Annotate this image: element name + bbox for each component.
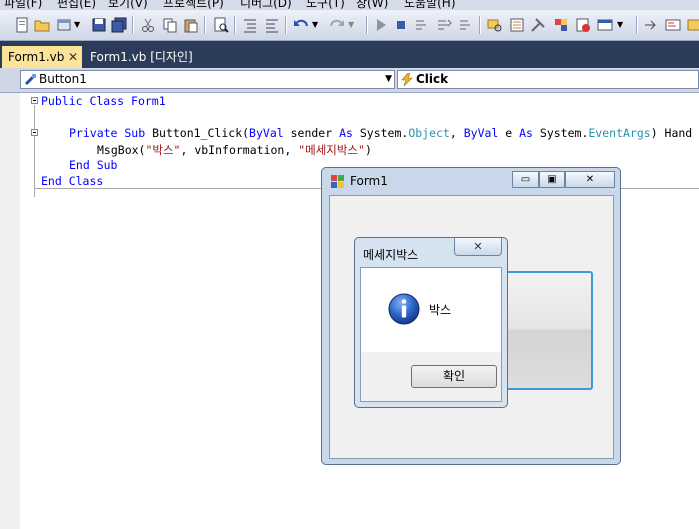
close-icon: ✕	[585, 174, 595, 185]
form-app-icon	[331, 175, 344, 188]
navigate-forward-icon[interactable]	[643, 17, 659, 33]
comment-lines-icon[interactable]	[242, 17, 258, 33]
toolbox-icon[interactable]	[530, 17, 546, 33]
redo-icon[interactable]	[329, 17, 345, 33]
dropdown-arrow-icon[interactable]: ▼	[74, 17, 90, 33]
tab-form1-code[interactable]: Form1.vb ✕	[2, 46, 82, 68]
message-box-title: 메세지박스	[363, 248, 419, 262]
toolbar-overflow-icon[interactable]: ▼	[617, 17, 633, 33]
toolbar-separator	[479, 16, 481, 34]
error-list-icon[interactable]	[575, 17, 591, 33]
document-tab-strip: Form1.vb ✕ Form1.vb [디자인]	[0, 41, 699, 68]
output-window-icon[interactable]	[597, 17, 613, 33]
add-item-icon[interactable]	[56, 17, 72, 33]
information-icon	[388, 293, 420, 325]
save-all-icon[interactable]	[111, 17, 127, 33]
code-line-1: Public Class Form1	[41, 94, 166, 108]
toolbar: ▼ ▼ ▼ ▼	[0, 10, 699, 41]
find-icon[interactable]	[213, 17, 229, 33]
tab-label: Form1.vb [디자인]	[90, 50, 193, 64]
message-box-dialog[interactable]: 메세지박스 ✕ 박스 확인	[354, 237, 508, 408]
message-text: 박스	[429, 303, 452, 317]
class-view-icon[interactable]	[686, 17, 699, 33]
message-box-footer: 확인	[361, 352, 501, 401]
minimize-icon: ▭	[520, 174, 531, 185]
event-dropdown[interactable]: Click	[397, 70, 699, 89]
undo-dropdown-icon[interactable]: ▼	[312, 17, 328, 33]
stop-icon[interactable]	[393, 17, 409, 33]
uncomment-lines-icon[interactable]	[264, 17, 280, 33]
open-folder-icon[interactable]	[34, 17, 50, 33]
event-lightning-icon	[401, 73, 413, 86]
object-dropdown[interactable]: Button1 ▼	[20, 70, 395, 89]
step-into-icon[interactable]	[414, 17, 430, 33]
toolbar-separator	[636, 16, 638, 34]
toolbar-separator	[366, 16, 368, 34]
command-window-icon[interactable]	[665, 17, 681, 33]
collapse-sub-icon[interactable]	[31, 129, 38, 136]
close-button[interactable]: ✕	[565, 171, 615, 188]
tab-form1-design[interactable]: Form1.vb [디자인]	[84, 46, 199, 68]
object-dropdown-value: Button1	[39, 72, 87, 86]
outline-line	[34, 105, 35, 197]
copy-icon[interactable]	[162, 17, 178, 33]
menu-bar: 파일(F) 편집(E) 보기(V) 프로젝트(P) 디버그(D) 도구(T) 창…	[0, 0, 699, 10]
code-line-5: End Sub	[69, 158, 118, 172]
new-project-icon[interactable]	[14, 17, 30, 33]
class-member-icon	[24, 74, 36, 86]
ok-button[interactable]: 확인	[411, 365, 497, 388]
undo-icon[interactable]	[293, 17, 309, 33]
toolbar-separator	[234, 16, 236, 34]
message-box-close-button[interactable]: ✕	[454, 238, 502, 256]
save-icon[interactable]	[91, 17, 107, 33]
maximize-button[interactable]: ▣	[539, 171, 565, 188]
toolbar-separator	[285, 16, 287, 34]
toolbar-separator	[132, 16, 134, 34]
maximize-icon: ▣	[547, 174, 557, 185]
navigation-bar: Button1 ▼ Click	[0, 68, 699, 93]
tab-label: Form1.vb	[8, 50, 65, 64]
step-out-icon[interactable]	[458, 17, 474, 33]
start-debug-icon[interactable]	[373, 17, 389, 33]
editor-margin	[0, 93, 20, 529]
code-line-4: MsgBox("박스", vbInformation, "메세지박스")	[97, 143, 372, 157]
close-tab-icon[interactable]: ✕	[68, 46, 78, 68]
message-box-client: 박스 확인	[360, 267, 502, 402]
chevron-down-icon[interactable]: ▼	[385, 71, 392, 88]
cut-icon[interactable]	[140, 17, 156, 33]
close-icon: ✕	[473, 240, 483, 253]
form1-title: Form1	[350, 174, 388, 188]
step-over-icon[interactable]	[436, 17, 452, 33]
properties-icon[interactable]	[509, 17, 525, 33]
event-dropdown-value: Click	[416, 72, 449, 86]
minimize-button[interactable]: ▭	[512, 171, 539, 188]
code-line-3: Private Sub Button1_Click(ByVal sender A…	[69, 126, 693, 140]
solution-explorer-icon[interactable]	[487, 17, 503, 33]
object-browser-icon[interactable]	[553, 17, 569, 33]
redo-dropdown-icon[interactable]: ▼	[348, 17, 364, 33]
code-line-6: End Class	[41, 174, 104, 188]
paste-icon[interactable]	[183, 17, 199, 33]
collapse-class-icon[interactable]	[31, 97, 38, 104]
toolbar-separator	[204, 16, 206, 34]
